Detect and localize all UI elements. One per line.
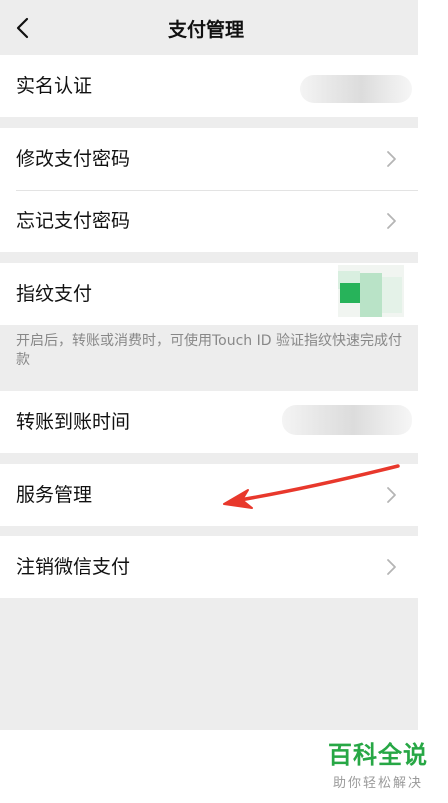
fingerprint-label: 指纹支付: [16, 283, 93, 305]
real-name-row[interactable]: 实名认证: [0, 55, 418, 117]
chevron-right-icon: [387, 151, 396, 167]
annotation-arrow: [223, 464, 400, 509]
cancel-wechat-pay-label: 注销微信支付: [16, 556, 131, 578]
transfer-time-label: 转账到账时间: [16, 411, 131, 433]
masked-value: [282, 405, 412, 435]
watermark-logo: 百科全说 助你轻松解决: [318, 740, 438, 795]
chevron-right-icon: [387, 559, 396, 575]
password-group: 修改支付密码 忘记支付密码: [0, 128, 418, 252]
fingerprint-toggle[interactable]: [338, 265, 404, 317]
service-manage-label: 服务管理: [16, 484, 93, 506]
navigation-bar: 支付管理: [0, 0, 418, 55]
watermark-subtitle: 助你轻松解决: [332, 776, 423, 791]
change-password-label: 修改支付密码: [16, 148, 131, 170]
right-margin: [418, 0, 448, 803]
real-name-label: 实名认证: [16, 75, 93, 97]
page-title: 支付管理: [167, 19, 244, 41]
cancel-wechat-pay-row[interactable]: 注销微信支付: [0, 536, 418, 598]
toggle-mosaic-cell: [360, 273, 382, 317]
forgot-password-label: 忘记支付密码: [16, 210, 131, 232]
change-password-row[interactable]: 修改支付密码: [0, 128, 418, 190]
fingerprint-hint: 开启后，转账或消费时，可使用Touch ID 验证指纹快速完成付款: [16, 333, 402, 368]
screen: 支付管理 实名认证 修改支付密码 忘记支付密码 指纹支付 开启后，转账或消费时，…: [0, 0, 448, 803]
toggle-mosaic-cell: [382, 277, 402, 313]
watermark-title: 百科全说: [328, 741, 428, 769]
toggle-mosaic-cell: [340, 283, 360, 303]
masked-value: [300, 75, 412, 103]
chevron-right-icon: [387, 213, 396, 229]
forgot-password-row[interactable]: 忘记支付密码: [0, 191, 418, 252]
transfer-time-row[interactable]: 转账到账时间: [0, 391, 418, 453]
